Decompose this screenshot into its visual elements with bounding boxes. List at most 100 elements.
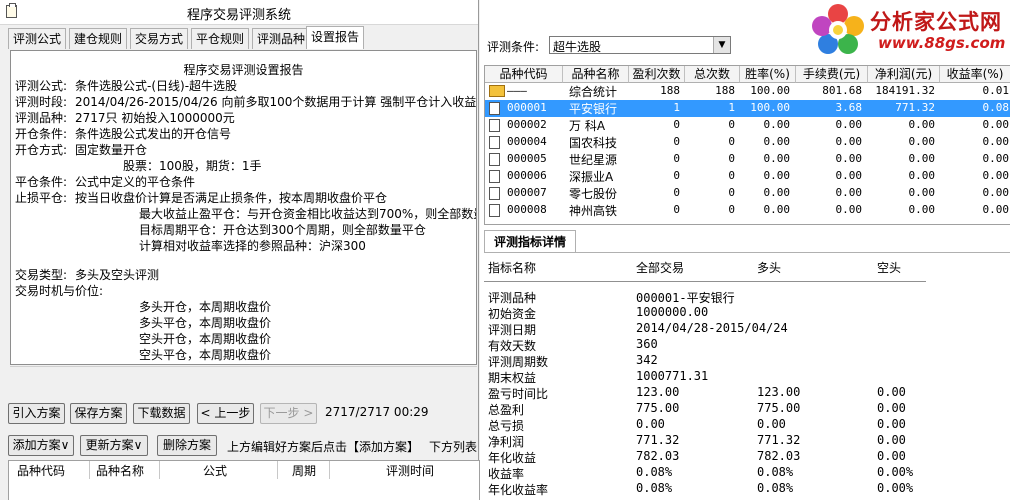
grid-col-fee[interactable]: 手续费(元): [796, 66, 868, 83]
tab-trade-mode[interactable]: 交易方式: [130, 28, 189, 49]
tab-settings-report[interactable]: 设置报告: [306, 26, 365, 49]
detail-header-long: 多头: [757, 261, 782, 275]
site-logo: 分析家公式网 www.88gs.com: [808, 2, 1010, 54]
grid-col-name[interactable]: 品种名称: [563, 66, 629, 83]
cell-win: 0: [673, 186, 680, 199]
cell-rate: 0.00: [763, 135, 791, 148]
plan-list[interactable]: [8, 479, 480, 500]
cell-profit: 0.00: [908, 169, 936, 182]
report-line-text: 多头开仓，本周期收盘价: [139, 300, 272, 314]
detail-value: 0.00%: [877, 481, 914, 495]
tab-close-rules[interactable]: 平仓规则: [191, 28, 250, 49]
report-line-label: 交易类型:: [15, 268, 68, 282]
cell-win: 188: [660, 84, 680, 97]
grid-col-code[interactable]: 品种代码: [485, 66, 563, 83]
results-grid[interactable]: 品种代码 品种名称 盈利次数 总次数 胜率(%) 手续费(元) 净利润(元) 收…: [484, 65, 1010, 225]
cell-ret: 0.01: [982, 84, 1010, 97]
cell-total: 0: [728, 152, 735, 165]
cell-fee: 0.00: [835, 203, 863, 216]
grid-col-return[interactable]: 收益率(%): [940, 66, 1010, 83]
cell-rate: 0.00: [763, 118, 791, 131]
report-line-text: 目标周期平仓：开仓达到300个周期，则全部数量平仓: [139, 223, 426, 237]
cell-fee: 801.68: [822, 84, 862, 97]
detail-value: 0.00: [636, 417, 665, 431]
table-row[interactable]: ——— 综合统计 188 188 100.00 801.68 184191.32 0.01: [485, 83, 1010, 100]
cell-code: 000001: [507, 101, 547, 114]
cell-rate: 0.00: [763, 169, 791, 182]
prev-step-button[interactable]: < 上一步: [197, 403, 254, 424]
detail-metric-name: 评测日期: [488, 323, 537, 337]
report-line-text: 多头及空头评测: [75, 268, 160, 282]
plan-hint-2: 下方列表: [429, 440, 478, 454]
cell-name: 国农科技: [569, 136, 618, 150]
tab-formula[interactable]: 评测公式: [8, 28, 67, 49]
cell-name: 神州高铁: [569, 204, 618, 218]
divider: [484, 281, 926, 282]
cell-profit: 771.32: [895, 101, 935, 114]
next-step-label: 下一步: [263, 406, 300, 420]
table-row[interactable]: 000007 零七股份 0 0 0.00 0.00 0.00 0.00: [485, 185, 1010, 202]
cell-fee: 0.00: [835, 118, 863, 131]
grid-col-wins[interactable]: 盈利次数: [629, 66, 685, 83]
add-plan-button[interactable]: 添加方案∨: [8, 435, 74, 456]
document-icon: [489, 102, 500, 115]
report-line-label: 止损平仓:: [15, 191, 68, 205]
cell-win: 0: [673, 203, 680, 216]
next-step-button[interactable]: 下一步 >: [260, 403, 317, 424]
document-icon: [489, 170, 500, 183]
cell-rate: 0.00: [763, 186, 791, 199]
report-line-text: 空头平仓，本周期收盘价: [139, 348, 272, 362]
detail-metric-name: 有效天数: [488, 339, 537, 353]
cell-total: 188: [715, 84, 735, 97]
col-period[interactable]: 周期: [292, 462, 316, 479]
report-line-label: 开仓方式:: [15, 143, 68, 157]
report-line-label: 开仓条件:: [15, 127, 68, 141]
divider: [484, 252, 1010, 253]
report-line-text: 固定数量开仓: [75, 143, 148, 157]
cell-name: 世纪星源: [569, 153, 618, 167]
col-name[interactable]: 品种名称: [96, 462, 144, 479]
horizontal-scrollbar[interactable]: [10, 366, 477, 383]
cell-ret: 0.00: [982, 203, 1010, 216]
table-row[interactable]: 000001 平安银行 1 1 100.00 3.68 771.32 0.08: [485, 100, 1010, 117]
report-line-label: 评测公式:: [15, 79, 68, 93]
cell-fee: 3.68: [835, 101, 863, 114]
report-line-text: 2014/04/26-2015/04/26 向前多取100个数据用于计算 强制平…: [75, 95, 477, 109]
cell-profit: 0.00: [908, 186, 936, 199]
tab-open-rules[interactable]: 建仓规则: [69, 28, 128, 49]
report-line-text: 计算相对收益率选择的参照品种：沪深300: [139, 239, 366, 253]
cell-ret: 0.00: [982, 169, 1010, 182]
cell-rate: 100.00: [750, 101, 790, 114]
col-code[interactable]: 品种代码: [17, 462, 65, 479]
tab-varieties[interactable]: 评测品种: [252, 28, 311, 49]
save-plan-button[interactable]: 保存方案: [70, 403, 127, 424]
tab-detail[interactable]: 评测指标详情: [484, 230, 576, 253]
download-data-button[interactable]: 下载数据: [133, 403, 190, 424]
condition-select[interactable]: 超牛选股 ▼: [549, 36, 731, 54]
table-row[interactable]: 000008 神州高铁 0 0 0.00 0.00 0.00 0.00: [485, 202, 1010, 219]
report-line-text: 2717只 初始投入1000000元: [75, 111, 235, 125]
table-row[interactable]: 000006 深振业A 0 0 0.00 0.00 0.00 0.00: [485, 168, 1010, 185]
report-line-text: 最大收益止盈平仓：与开仓资金相比收益达到700%，则全部数量平仓: [139, 207, 477, 221]
table-row[interactable]: 000002 万 科A 0 0 0.00 0.00 0.00 0.00: [485, 117, 1010, 134]
cell-ret: 0.00: [982, 186, 1010, 199]
cell-code: 000005: [507, 152, 547, 165]
table-row[interactable]: 000004 国农科技 0 0 0.00 0.00 0.00 0.00: [485, 134, 1010, 151]
cell-profit: 0.00: [908, 152, 936, 165]
grid-col-profit[interactable]: 净利润(元): [868, 66, 940, 83]
chevron-down-icon[interactable]: ▼: [713, 37, 730, 53]
import-plan-button[interactable]: 引入方案: [8, 403, 65, 424]
detail-value: 0.00: [877, 449, 906, 463]
report-line-text: 条件选股公式-(日线)-超牛选股: [75, 79, 238, 93]
table-row[interactable]: 000005 世纪星源 0 0 0.00 0.00 0.00 0.00: [485, 151, 1010, 168]
col-formula[interactable]: 公式: [203, 462, 227, 479]
update-plan-button[interactable]: 更新方案∨: [80, 435, 148, 456]
cell-total: 0: [728, 135, 735, 148]
grid-col-total[interactable]: 总次数: [685, 66, 740, 83]
col-eval-time[interactable]: 评测时间: [386, 462, 434, 479]
detail-value: 123.00: [636, 385, 680, 399]
summary-icon: [489, 85, 505, 97]
grid-col-winrate[interactable]: 胜率(%): [740, 66, 796, 83]
delete-plan-button[interactable]: 删除方案: [157, 435, 217, 456]
condition-value: 超牛选股: [553, 40, 602, 54]
